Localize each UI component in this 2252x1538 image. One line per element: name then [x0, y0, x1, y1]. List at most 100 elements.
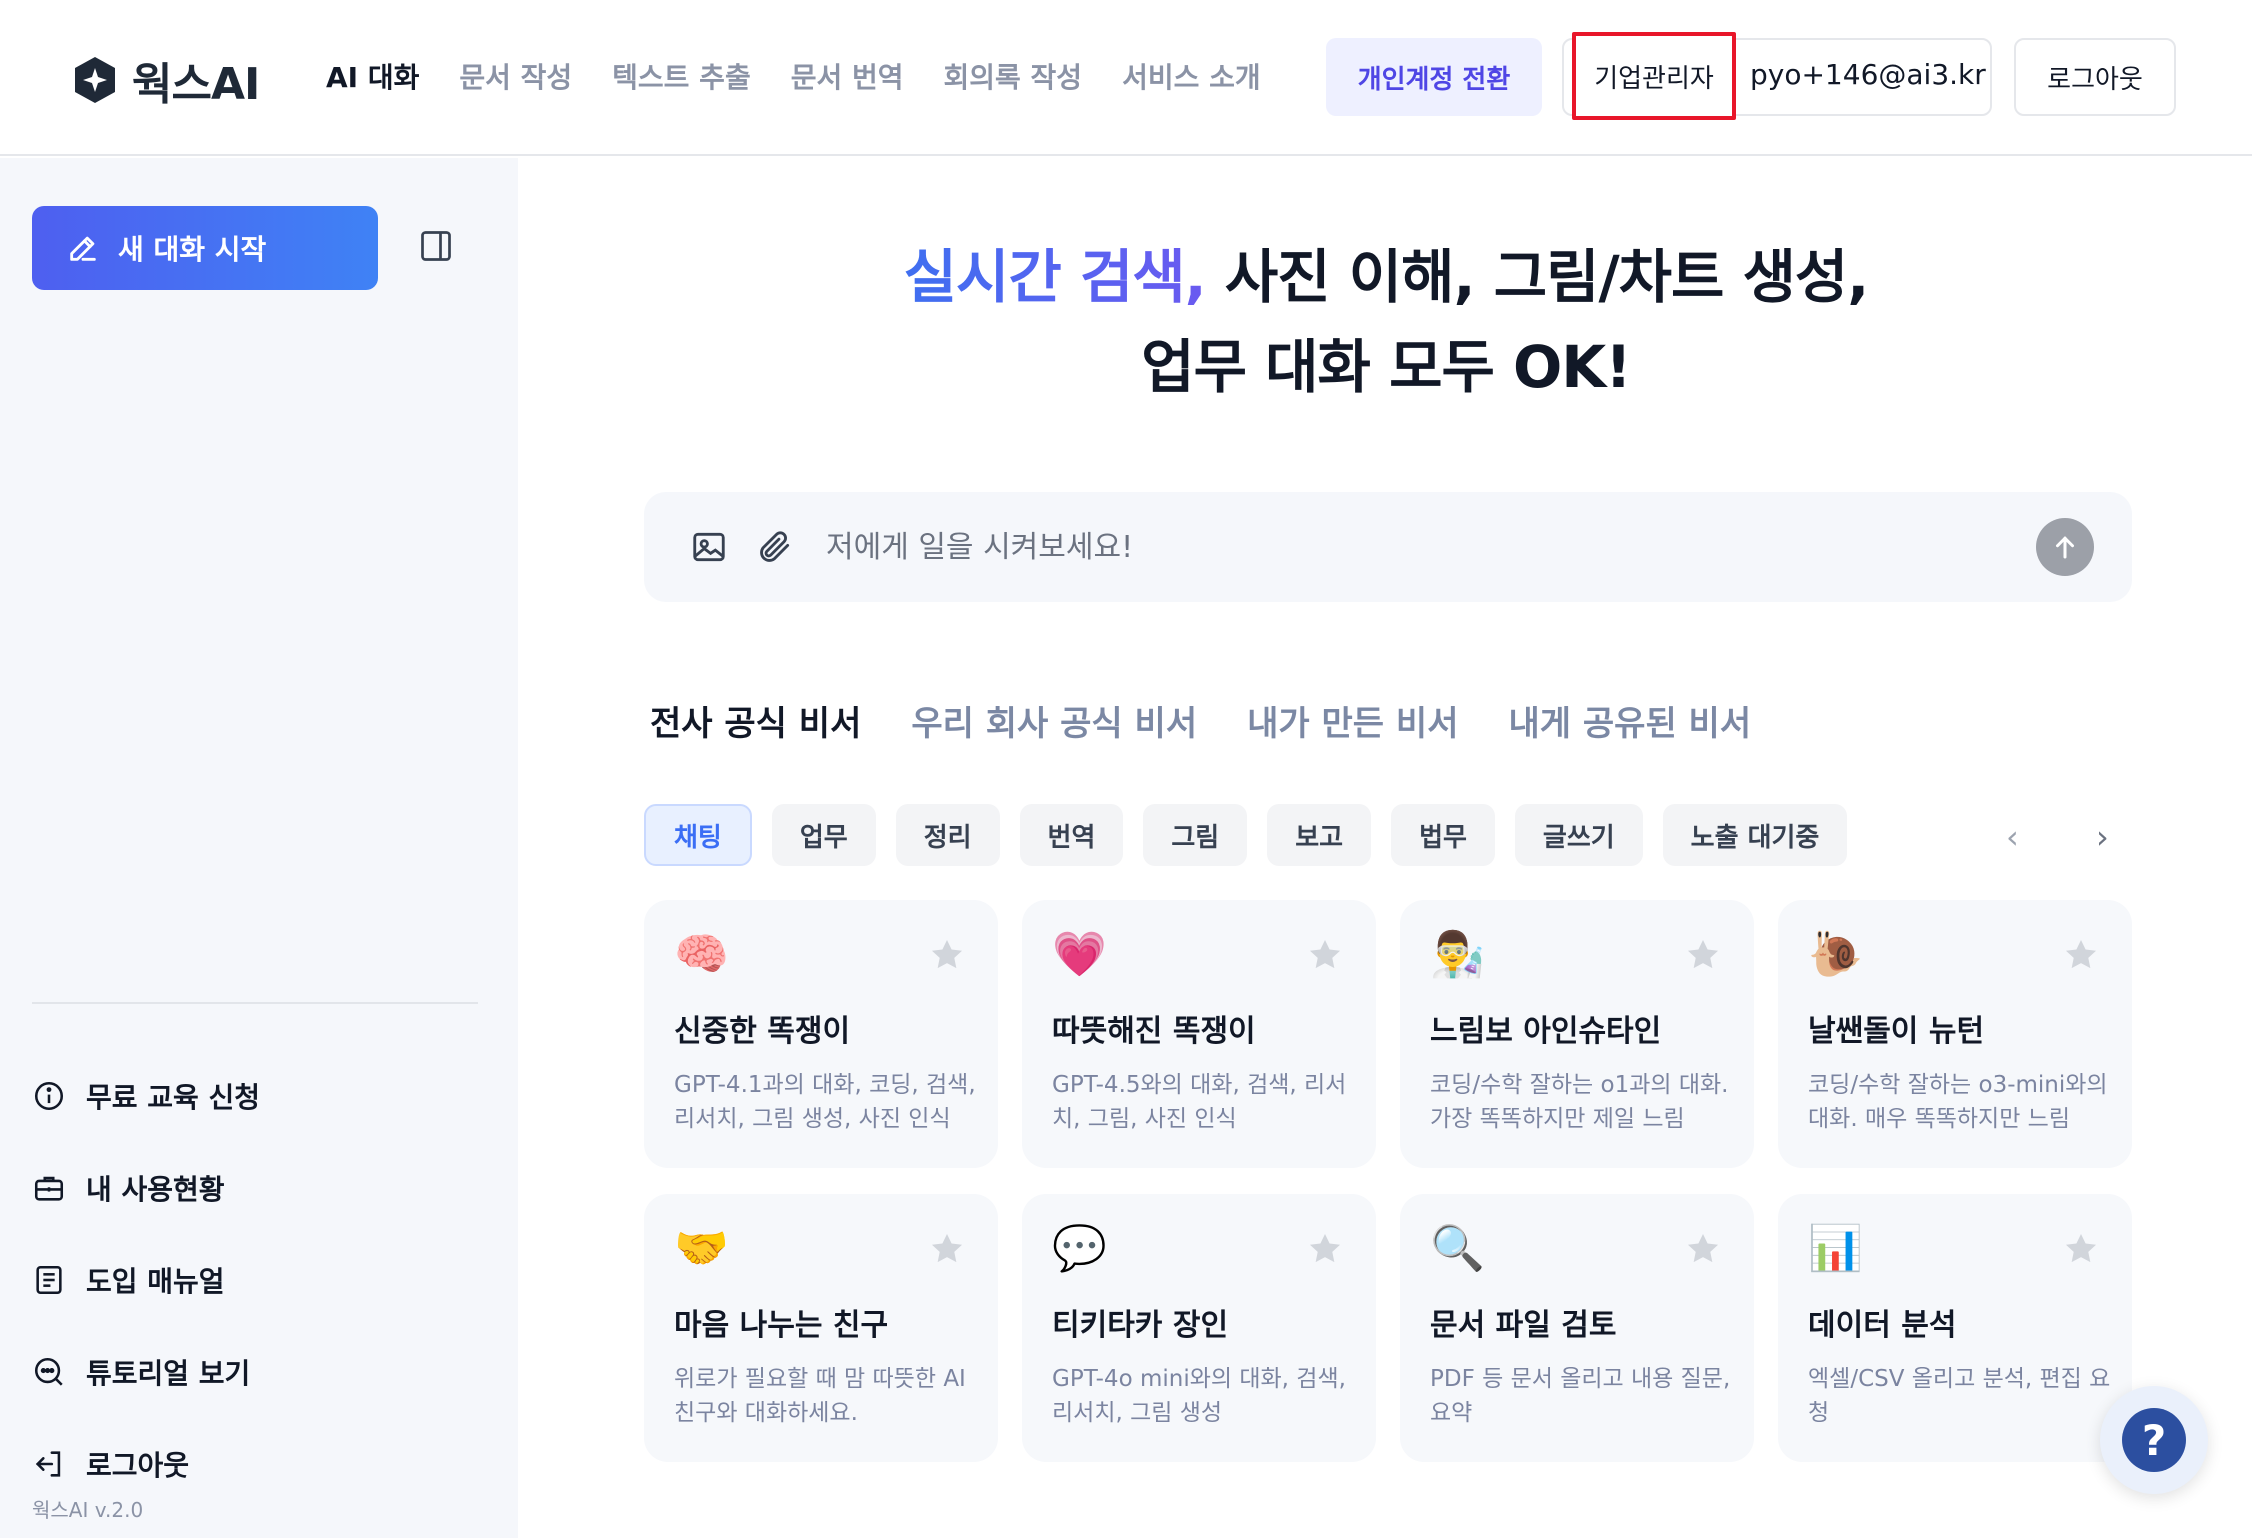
hero-line-2: 업무 대화 모두 OK!: [1141, 333, 1631, 401]
main-nav: AI 대화 문서 작성 텍스트 추출 문서 번역 회의록 작성 서비스 소개: [326, 56, 1261, 96]
chip-pending-exposure[interactable]: 노출 대기중: [1662, 804, 1848, 866]
arrow-up-icon: [2056, 536, 2074, 559]
prompt-box: [644, 492, 2132, 602]
assistant-card[interactable]: 🤝 마음 나누는 친구 위로가 필요할 때 맘 따뜻한 AI 친구와 대화하세요…: [644, 1194, 998, 1462]
brain-icon: 🧠: [674, 929, 729, 980]
assistant-card[interactable]: 🧠 신중한 똑쟁이 GPT-4.1과의 대화, 코딩, 검색, 리서치, 그림 …: [644, 900, 998, 1168]
sidebar-item-label: 로그아웃: [86, 1449, 190, 1482]
hero-line-1-rest: 사진 이해, 그림/차트 생성,: [1205, 243, 1869, 311]
sidebar: 새 대화 시작 무료 교육 신청 내 사용현황 도입 매뉴얼 튜토리얼 보기 로…: [0, 158, 518, 1538]
card-title: 신중한 똑쟁이: [674, 1014, 851, 1049]
hero-line-1: 실시간 검색, 사진 이해, 그림/차트 생성,: [520, 232, 2252, 322]
speech-bubbles-icon: 💬: [1052, 1223, 1107, 1274]
hero-accent: 실시간 검색,: [903, 243, 1207, 311]
hero-headline: 실시간 검색, 사진 이해, 그림/차트 생성, 업무 대화 모두 OK!: [520, 232, 2252, 412]
logo-text: 웍스AI: [132, 59, 260, 110]
card-title: 마음 나누는 친구: [674, 1308, 889, 1343]
user-email: pyo+146@ai3.kr: [1750, 58, 1986, 91]
star-icon[interactable]: [2062, 1230, 2100, 1268]
sidebar-item-label: 도입 매뉴얼: [86, 1265, 225, 1298]
pencil-icon: [70, 236, 96, 261]
sidebar-item-label: 무료 교육 신청: [86, 1081, 261, 1114]
question-icon: ?: [2122, 1408, 2186, 1472]
prompt-input[interactable]: [826, 522, 1946, 572]
nav-service-intro[interactable]: 서비스 소개: [1122, 56, 1261, 96]
sidebar-item-free-training[interactable]: 무료 교육 신청: [32, 1050, 260, 1142]
info-icon: [34, 1081, 64, 1111]
sidebar-item-manual[interactable]: 도입 매뉴얼: [32, 1234, 260, 1326]
star-icon[interactable]: [1306, 1230, 1344, 1268]
card-description: GPT-4.5와의 대화, 검색, 리서치, 그림, 사진 인식: [1052, 1072, 1347, 1132]
chip-writing[interactable]: 글쓰기: [1514, 804, 1643, 866]
bar-chart-icon: 📊: [1808, 1223, 1863, 1274]
card-title: 티키타카 장인: [1052, 1308, 1229, 1343]
card-description: GPT-4o mini와의 대화, 검색, 리서치, 그림 생성: [1052, 1366, 1346, 1426]
header-logout-button[interactable]: 로그아웃: [2014, 38, 2176, 116]
chip-translate[interactable]: 번역: [1019, 804, 1124, 866]
star-icon[interactable]: [2062, 936, 2100, 974]
logo[interactable]: 웍스AI: [72, 48, 260, 112]
image-upload-icon[interactable]: [690, 528, 728, 566]
assistant-card[interactable]: 👨‍🔬 느림보 아인슈타인 코딩/수학 잘하는 o1과의 대화. 가장 똑똑하지…: [1400, 900, 1754, 1168]
nav-document-writing[interactable]: 문서 작성: [459, 56, 572, 96]
card-description: 엑셀/CSV 올리고 분석, 편집 요청: [1808, 1366, 2111, 1426]
star-icon[interactable]: [1306, 936, 1344, 974]
sidebar-item-tutorial[interactable]: 튜토리얼 보기: [32, 1326, 260, 1418]
tab-our-company-official[interactable]: 우리 회사 공식 비서: [911, 696, 1197, 745]
chip-work[interactable]: 업무: [771, 804, 876, 866]
sidebar-toggle-icon[interactable]: [418, 228, 454, 264]
send-button[interactable]: [2036, 518, 2094, 576]
card-title: 문서 파일 검토: [1430, 1308, 1617, 1343]
card-title: 데이터 분석: [1808, 1308, 1957, 1343]
chip-drawing[interactable]: 그림: [1143, 804, 1248, 866]
assistant-card[interactable]: 💗 따뜻해진 똑쟁이 GPT-4.5와의 대화, 검색, 리서치, 그림, 사진…: [1022, 900, 1376, 1168]
top-header: 웍스AI AI 대화 문서 작성 텍스트 추출 문서 번역 회의록 작성 서비스…: [0, 0, 2252, 156]
sidebar-divider: [32, 1002, 478, 1004]
star-icon[interactable]: [1684, 936, 1722, 974]
paperclip-icon[interactable]: [756, 528, 794, 566]
assistant-tabs: 전사 공식 비서 우리 회사 공식 비서 내가 만든 비서 내게 공유된 비서: [650, 696, 1751, 745]
nav-ai-chat[interactable]: AI 대화: [326, 56, 419, 96]
tab-shared-with-me[interactable]: 내게 공유된 비서: [1508, 696, 1751, 745]
nav-text-extraction[interactable]: 텍스트 추출: [612, 56, 751, 96]
card-description: 위로가 필요할 때 맘 따뜻한 AI 친구와 대화하세요.: [674, 1366, 966, 1426]
assistant-card[interactable]: 🔍 문서 파일 검토 PDF 등 문서 올리고 내용 질문, 요약: [1400, 1194, 1754, 1462]
switch-personal-account-button[interactable]: 개인계정 전환: [1326, 38, 1542, 116]
heart-head-icon: 💗: [1052, 929, 1107, 980]
tab-company-official[interactable]: 전사 공식 비서: [650, 696, 861, 745]
chip-organize[interactable]: 정리: [895, 804, 1000, 866]
card-description: 코딩/수학 잘하는 o1과의 대화. 가장 똑똑하지만 제일 느림: [1430, 1072, 1729, 1132]
assistant-card[interactable]: 📊 데이터 분석 엑셀/CSV 올리고 분석, 편집 요청: [1778, 1194, 2132, 1462]
chevron-left-icon[interactable]: ‹: [2006, 818, 2019, 856]
card-description: GPT-4.1과의 대화, 코딩, 검색, 리서치, 그림 생성, 사진 인식: [674, 1072, 976, 1132]
card-title: 날쌘돌이 뉴턴: [1808, 1014, 1985, 1049]
nav-meeting-notes[interactable]: 회의록 작성: [944, 56, 1083, 96]
help-button[interactable]: ?: [2100, 1386, 2208, 1494]
new-chat-button[interactable]: 새 대화 시작: [32, 206, 378, 290]
assistant-cards: 🧠 신중한 똑쟁이 GPT-4.1과의 대화, 코딩, 검색, 리서치, 그림 …: [644, 900, 2132, 1462]
logout-icon: [35, 1451, 61, 1477]
sidebar-menu: 무료 교육 신청 내 사용현황 도입 매뉴얼 튜토리얼 보기 로그아웃: [32, 1050, 260, 1510]
enterprise-admin-button[interactable]: 기업관리자: [1572, 32, 1736, 120]
star-icon[interactable]: [928, 1230, 966, 1268]
sidebar-item-my-usage[interactable]: 내 사용현황: [32, 1142, 260, 1234]
assistant-card[interactable]: 🐌 날쌘돌이 뉴턴 코딩/수학 잘하는 o3-mini와의 대화. 매우 똑똑하…: [1778, 900, 2132, 1168]
chevron-right-icon[interactable]: ›: [2096, 818, 2109, 856]
briefcase-icon: [34, 1176, 64, 1201]
sidebar-item-label: 내 사용현황: [86, 1173, 225, 1206]
assistant-card[interactable]: 💬 티키타카 장인 GPT-4o mini와의 대화, 검색, 리서치, 그림 …: [1022, 1194, 1376, 1462]
document-icon: [36, 1265, 62, 1295]
star-icon[interactable]: [928, 936, 966, 974]
chip-legal[interactable]: 법무: [1391, 804, 1495, 866]
chip-report[interactable]: 보고: [1267, 804, 1372, 866]
nav-document-translation[interactable]: 문서 번역: [791, 56, 904, 96]
star-icon[interactable]: [1684, 1230, 1722, 1268]
tab-my-assistants[interactable]: 내가 만든 비서: [1247, 696, 1458, 745]
document-search-icon: 🔍: [1430, 1223, 1485, 1274]
chat-search-icon: [34, 1357, 63, 1386]
scientist-icon: 👨‍🔬: [1430, 929, 1485, 980]
logo-icon: [75, 57, 115, 103]
card-title: 느림보 아인슈타인: [1430, 1014, 1662, 1049]
snail-icon: 🐌: [1808, 929, 1863, 980]
chip-chatting[interactable]: 채팅: [644, 804, 752, 866]
